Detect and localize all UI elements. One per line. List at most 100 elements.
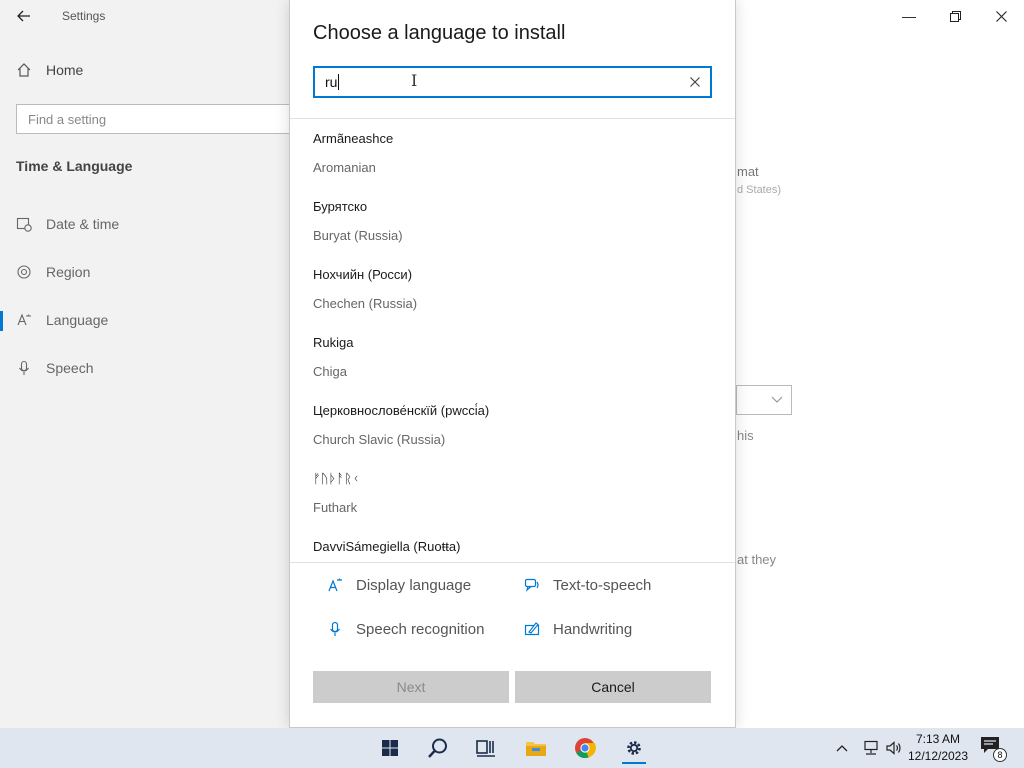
network-button[interactable] (862, 728, 880, 768)
sidebar-item-language[interactable]: Language (16, 312, 108, 328)
language-list: Armãneashce Aromanian Бурятско Buryat (R… (290, 119, 735, 562)
task-view-button[interactable] (466, 732, 506, 764)
language-native-name: Armãneashce (313, 131, 394, 146)
settings-sidebar: Settings Home Find a setting Time & Lang… (0, 0, 306, 728)
language-list-item[interactable]: ᚠᚢᚦᚨᚱᚲ Futhark (313, 471, 693, 515)
file-explorer-button[interactable] (516, 732, 556, 764)
language-list-item[interactable]: Нохчийн (Росси) Chechen (Russia) (313, 267, 693, 311)
feature-display-language: Display language (326, 576, 471, 594)
chevron-down-icon (771, 396, 783, 403)
clear-search-button[interactable] (686, 73, 704, 91)
bg-this-text: his (737, 428, 754, 443)
sidebar-item-speech[interactable]: Speech (16, 360, 93, 376)
sidebar-item-label: Language (46, 312, 109, 328)
language-native-name: Rukiga (313, 335, 354, 350)
globe-icon (16, 264, 32, 280)
feature-handwriting: Handwriting (523, 620, 632, 638)
chrome-icon (575, 738, 596, 759)
chrome-button[interactable] (565, 732, 605, 764)
next-button[interactable]: Next (313, 671, 509, 703)
notification-center-button[interactable]: 8 (980, 736, 1007, 762)
language-english-name: Aromanian (313, 160, 376, 175)
feature-text-to-speech: Text-to-speech (523, 576, 651, 594)
language-list-item[interactable]: Rukiga Chiga (313, 335, 693, 379)
clock-date: 12/12/2023 (907, 749, 969, 763)
home-icon (17, 63, 31, 77)
bg-format-text: mat (737, 164, 759, 179)
text-caret (338, 74, 340, 90)
back-arrow-icon (17, 10, 30, 22)
folder-icon (526, 742, 546, 756)
settings-taskbar-button[interactable] (614, 732, 654, 764)
ibeam-cursor-icon: I (411, 71, 418, 90)
search-value-wrap: ru (325, 74, 340, 90)
show-hidden-icons-button[interactable] (836, 728, 848, 768)
calendar-clock-icon (16, 216, 32, 232)
language-english-name: Chechen (Russia) (313, 296, 418, 311)
start-button[interactable] (370, 732, 410, 764)
language-icon (16, 312, 32, 328)
selected-indicator (0, 311, 3, 331)
microphone-icon (16, 360, 32, 376)
home-nav-item[interactable]: Home (16, 62, 83, 78)
close-icon (995, 10, 1007, 22)
feature-label: Speech recognition (356, 620, 485, 638)
choose-language-dialog: Choose a language to install ru I Armãne… (289, 0, 736, 728)
feature-speech-recognition: Speech recognition (326, 620, 484, 638)
dialog-title: Choose a language to install (313, 22, 566, 44)
taskbar-clock[interactable]: 7:13 AM 12/12/2023 (906, 731, 970, 765)
home-label: Home (46, 62, 84, 78)
language-search-input[interactable]: ru I (313, 66, 712, 98)
language-native-name: Бурятско (313, 199, 368, 214)
sidebar-item-label: Date & time (46, 216, 120, 232)
language-english-name: Buryat (Russia) (313, 228, 403, 243)
search-value: ru (325, 74, 338, 90)
sidebar-item-date-time[interactable]: Date & time (16, 216, 119, 232)
bg-they-text: at they (737, 552, 777, 567)
text-to-speech-icon (523, 576, 541, 594)
bg-states-text: d States) (737, 184, 782, 196)
minimize-icon: — (902, 8, 916, 24)
bg-dropdown[interactable] (736, 385, 792, 415)
feature-label: Display language (356, 576, 472, 594)
language-list-item[interactable]: DavviSámegiella (Ruoŧŧa) (313, 539, 693, 554)
network-icon (864, 740, 878, 755)
gear-icon (627, 741, 641, 755)
app-title: Settings (62, 9, 106, 23)
windows-start-icon (382, 740, 398, 756)
task-view-icon (476, 740, 495, 757)
language-english-name: Chiga (313, 364, 347, 379)
window-controls: — (886, 0, 1024, 32)
microphone-icon (326, 620, 344, 638)
clock-time: 7:13 AM (915, 732, 961, 746)
search-icon (428, 738, 447, 758)
back-button[interactable] (12, 6, 36, 26)
close-icon (690, 77, 700, 87)
speaker-icon (886, 741, 901, 755)
sidebar-item-label: Region (46, 264, 91, 280)
sidebar-item-label: Speech (46, 360, 94, 376)
list-divider-bottom (290, 562, 735, 563)
language-list-item[interactable]: Бурятско Buryat (Russia) (313, 199, 693, 243)
cancel-button[interactable]: Cancel (515, 671, 711, 703)
volume-button[interactable] (885, 728, 903, 768)
language-native-name: ᚠᚢᚦᚨᚱᚲ (313, 471, 360, 486)
settings-titlebar: Settings (0, 0, 290, 32)
language-list-item[interactable]: Церковнослове́нскїй (рwссі́а) Church Sla… (313, 403, 693, 447)
taskbar: 7:13 AM 12/12/2023 8 (0, 728, 1024, 768)
minimize-button[interactable]: — (886, 0, 932, 32)
search-button[interactable] (418, 732, 458, 764)
language-english-name: Futhark (313, 500, 358, 515)
display-language-icon (326, 576, 344, 594)
close-button[interactable] (978, 0, 1024, 32)
find-setting-input[interactable]: Find a setting (16, 104, 306, 134)
language-english-name: Church Slavic (Russia) (313, 432, 446, 447)
language-list-item[interactable]: Armãneashce Aromanian (313, 131, 693, 175)
restore-button[interactable] (932, 0, 978, 32)
language-native-name: Нохчийн (Росси) (313, 267, 413, 282)
sidebar-item-region[interactable]: Region (16, 264, 90, 280)
feature-label: Handwriting (553, 620, 633, 638)
feature-label: Text-to-speech (553, 576, 652, 594)
section-title: Time & Language (16, 158, 133, 174)
find-setting-placeholder: Find a setting (28, 112, 107, 127)
